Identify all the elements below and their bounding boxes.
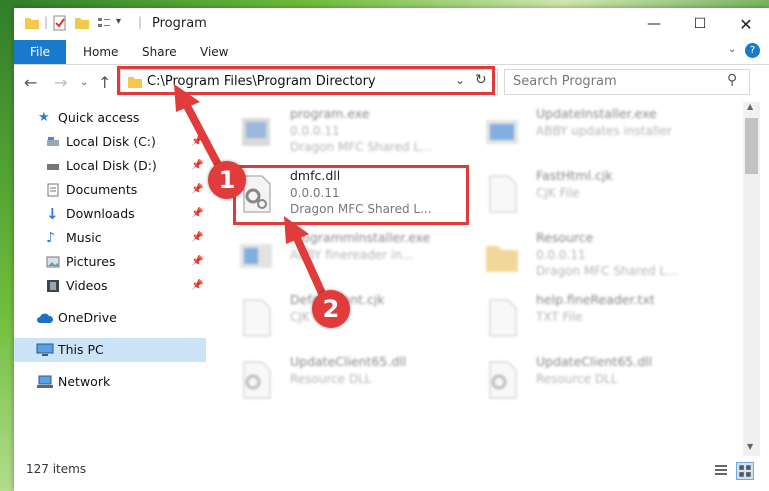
cloud-icon [37,313,54,323]
sidebar-item-label: Documents [66,182,138,197]
sidebar-item-videos[interactable]: Videos 📌 [14,274,206,298]
list-item[interactable]: UpdateInstaller.exe ABBY updates install… [480,102,716,162]
list-item[interactable]: UpdateClient65.dll Resource DLL [480,350,716,410]
details-view-icon[interactable] [714,463,728,477]
navigation-pane: ★ Quick access Local Disk (C:) 📌 Local D… [14,102,206,456]
scroll-down-arrow-icon[interactable]: ▼ [747,442,753,451]
music-icon: ♪ [46,230,55,246]
sidebar-item-label: Pictures [66,254,116,269]
drive-icon [47,137,59,146]
sidebar-item-label: OneDrive [58,310,117,325]
sidebar-item-documents[interactable]: Documents 📌 [14,178,206,202]
title-bar: | ▾ | Program — ☐ ✕ [14,8,769,40]
pin-icon[interactable]: 📌 [191,274,203,298]
sidebar-item-downloads[interactable]: ↓ Downloads 📌 [14,202,206,226]
exe-file-icon [240,244,272,268]
sidebar-item-local-disk-d[interactable]: Local Disk (D:) 📌 [14,154,206,178]
sidebar-item-onedrive[interactable]: OneDrive [14,306,206,330]
sidebar-item-label: Local Disk (D:) [66,158,157,173]
up-arrow-icon[interactable]: ↑ [98,73,111,92]
view-list-icon[interactable] [96,15,112,31]
file-icon [489,299,517,337]
item-count: 127 items [26,462,87,476]
sidebar-item-local-disk-c[interactable]: Local Disk (C:) 📌 [14,130,206,154]
pin-icon[interactable]: 📌 [191,154,203,178]
search-placeholder: Search Program [513,74,617,89]
list-item[interactable]: help.fineReader.txt TXT File [480,288,716,348]
folder-icon [486,246,518,272]
customize-qa-chevron-icon[interactable]: ▾ [116,16,121,27]
drive-icon [47,164,59,170]
download-icon: ↓ [46,205,59,223]
file-icon [243,299,271,337]
list-item[interactable]: UpdateClient65.dll Resource DLL [234,350,470,410]
address-bar-highlight [117,66,495,95]
tab-share[interactable]: Share [142,40,177,64]
maximize-button[interactable]: ☐ [677,8,723,40]
list-item[interactable]: Resource 0.0.0.11 Dragon MFC Shared L... [480,226,716,286]
properties-icon[interactable] [52,15,68,31]
sidebar-item-label: This PC [58,342,104,357]
list-item[interactable]: DefaultFont.cjk CJK File [234,288,470,348]
pin-icon[interactable]: 📌 [191,202,203,226]
tab-view[interactable]: View [200,40,228,64]
new-folder-icon[interactable] [74,15,90,31]
recent-locations-chevron-icon[interactable]: ⌄ [80,77,88,88]
ribbon-tabs: File Home Share View ⌄ ? [14,40,769,65]
sidebar-item-this-pc[interactable]: This PC [14,338,206,362]
search-icon: ⚲ [727,72,738,88]
videos-icon [47,280,59,292]
file-icon [489,175,517,213]
folder-icon [25,18,39,29]
file-list: program.exe 0.0.0.11 Dragon MFC Shared L… [234,102,746,456]
sidebar-item-pictures[interactable]: Pictures 📌 [14,250,206,274]
vertical-scrollbar[interactable]: ▲ ▼ [743,102,760,456]
help-icon[interactable]: ? [745,43,760,58]
exe-file-icon [242,118,270,146]
large-icons-view-icon[interactable] [736,462,754,480]
step-badge-1: 1 [208,161,246,199]
search-input[interactable]: Search Program ⚲ [504,69,750,95]
sidebar-item-quick-access[interactable]: ★ Quick access [14,106,206,130]
sidebar-item-label: Network [58,374,111,389]
computer-icon [36,343,54,356]
step-badge-2: 2 [312,290,350,328]
tab-file[interactable]: File [14,40,66,64]
list-item[interactable]: FastHtml.cjk CJK File [480,164,716,224]
pin-icon[interactable]: 📌 [191,130,203,154]
sidebar-item-label: Downloads [66,206,135,221]
back-arrow-icon[interactable]: ← [24,73,37,92]
pin-icon[interactable]: 📌 [191,250,203,274]
minimize-button[interactable]: — [631,8,677,40]
sidebar-item-label: Local Disk (C:) [66,134,156,149]
scrollbar-thumb[interactable] [745,118,758,174]
pictures-icon [46,256,60,268]
documents-icon [47,183,59,197]
tab-home[interactable]: Home [83,40,118,64]
sidebar-item-label: Videos [66,278,108,293]
dll-file-highlight [233,165,469,225]
star-icon: ★ [38,110,50,125]
sidebar-item-label: Quick access [58,110,140,125]
status-bar: 127 items [14,456,769,484]
sidebar-item-music[interactable]: ♪ Music 📌 [14,226,206,250]
pin-icon[interactable]: 📌 [191,226,203,250]
list-item[interactable]: program.exe 0.0.0.11 Dragon MFC Shared L… [234,102,470,162]
list-item[interactable]: ProgrammInstaller.exe ABBY finereader in… [234,226,470,286]
scroll-up-arrow-icon[interactable]: ▲ [747,102,753,111]
forward-arrow-icon[interactable]: → [54,73,67,92]
network-icon [37,375,53,388]
window-title: Program [152,16,207,31]
pin-icon[interactable]: 📌 [191,178,203,202]
dll-gear-file-icon [243,361,271,399]
expand-ribbon-chevron-icon[interactable]: ⌄ [728,44,736,55]
sidebar-item-network[interactable]: Network [14,370,206,394]
close-button[interactable]: ✕ [723,8,769,40]
exe-file-icon [486,120,518,144]
sidebar-item-label: Music [66,230,102,245]
dll-gear-file-icon [489,361,517,399]
